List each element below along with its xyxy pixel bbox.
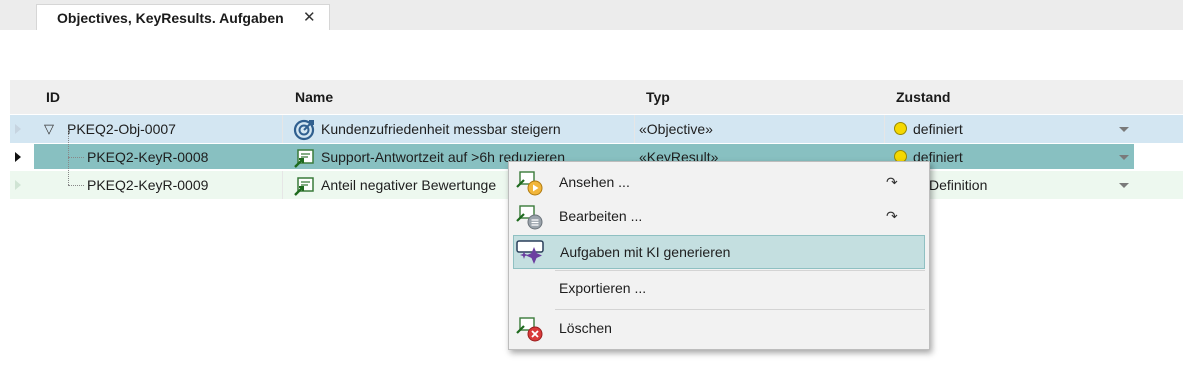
table-header: ID Name Typ Zustand <box>10 80 1183 114</box>
menu-item-aufgaben-ki[interactable]: Aufgaben mit KI generieren <box>513 235 925 269</box>
tree-connector <box>68 157 84 158</box>
chevron-down-icon[interactable] <box>1119 155 1129 160</box>
row-typ: «Objective» <box>639 121 713 137</box>
row-zustand: definiert <box>913 121 963 137</box>
tree-connector <box>68 185 84 186</box>
tree-connector <box>68 129 69 157</box>
ai-sparkle-icon <box>516 240 544 264</box>
column-header-zustand[interactable]: Zustand <box>896 89 950 105</box>
menu-item-bearbeiten[interactable]: Bearbeiten ... ↷ <box>513 200 925 234</box>
menu-divider <box>555 270 925 271</box>
row-marker-icon <box>15 180 21 190</box>
row-id: PKEQ2-KeyR-0008 <box>87 149 209 165</box>
row-name: Anteil negativer Bewertunge <box>321 177 497 193</box>
menu-item-exportieren[interactable]: Exportieren ... <box>513 272 925 306</box>
menu-item-label: Löschen <box>559 320 612 336</box>
menu-item-label: Exportieren ... <box>559 280 647 296</box>
menu-item-label: Bearbeiten ... <box>559 208 643 224</box>
menu-item-ansehen[interactable]: Ansehen ... ↷ <box>513 166 925 200</box>
row-marker-icon <box>15 152 21 162</box>
tab-objectives[interactable]: Objectives, KeyResults. Aufgaben ✕ <box>36 4 330 30</box>
tab-strip: Objectives, KeyResults. Aufgaben ✕ <box>0 0 1183 30</box>
objective-target-icon <box>293 119 315 141</box>
menu-item-loeschen[interactable]: Löschen <box>513 312 925 346</box>
close-icon[interactable]: ✕ <box>303 8 316 26</box>
edit-icon <box>516 205 543 230</box>
chevron-down-icon[interactable] <box>1119 127 1129 132</box>
column-header-id[interactable]: ID <box>46 89 60 105</box>
menu-item-label: Aufgaben mit KI generieren <box>560 244 731 260</box>
row-zustand: Definition <box>929 177 988 193</box>
keyresult-icon <box>294 177 314 196</box>
row-id: PKEQ2-KeyR-0009 <box>87 177 209 193</box>
context-menu: Ansehen ... ↷ Bearbeiten ... ↷ Aufgaben … <box>508 161 930 350</box>
column-divider <box>634 115 635 143</box>
submenu-arrow-icon: ↷ <box>886 208 898 224</box>
view-icon <box>516 171 543 196</box>
menu-item-label: Ansehen ... <box>559 174 630 190</box>
status-dot-icon <box>894 122 907 135</box>
row-marker-icon <box>15 124 21 134</box>
row-id: PKEQ2-Obj-0007 <box>67 121 176 137</box>
column-divider <box>282 171 283 199</box>
chevron-down-icon[interactable] <box>1119 183 1129 188</box>
tab-title: Objectives, KeyResults. Aufgaben <box>57 10 284 26</box>
collapse-toggle-icon[interactable]: ▽ <box>44 121 54 137</box>
row-name: Kundenzufriedenheit messbar steigern <box>321 121 561 137</box>
table-row[interactable]: ▽ PKEQ2-Obj-0007 Kundenzufriedenheit mes… <box>10 115 1183 143</box>
column-divider <box>282 115 283 143</box>
column-divider <box>884 115 885 143</box>
column-header-typ[interactable]: Typ <box>646 89 670 105</box>
tree-connector <box>68 157 69 185</box>
submenu-arrow-icon: ↷ <box>886 174 898 190</box>
delete-icon <box>516 317 543 342</box>
column-header-name[interactable]: Name <box>295 89 333 105</box>
menu-divider <box>555 309 925 310</box>
keyresult-icon <box>294 149 314 168</box>
